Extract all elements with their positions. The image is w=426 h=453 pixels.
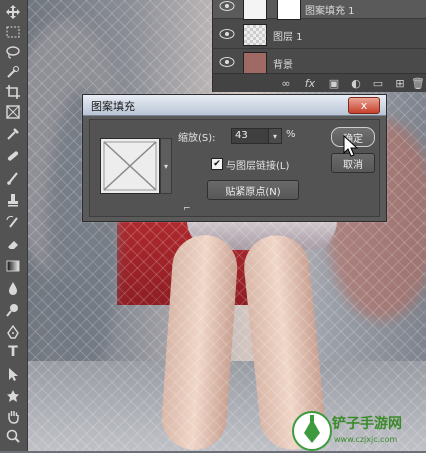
eyedropper-tool-icon[interactable]	[3, 124, 23, 144]
layer-thumbnail	[243, 24, 267, 46]
shape-tool-icon[interactable]	[3, 386, 23, 406]
pattern-swatch-icon	[103, 141, 157, 191]
crop-tool-icon[interactable]	[3, 82, 23, 102]
scale-dropdown-icon[interactable]: ▾	[268, 128, 282, 144]
site-watermark: 铲子手游网 www.czjxjc.com	[292, 407, 426, 451]
dialog-titlebar[interactable]: 图案填充 x	[83, 95, 386, 116]
blur-tool-icon[interactable]	[3, 278, 23, 298]
history-brush-tool-icon[interactable]	[3, 212, 23, 232]
tools-panel: T	[0, 0, 28, 451]
adjustment-icon[interactable]: ◐	[349, 76, 363, 90]
hand-tool-icon[interactable]	[3, 406, 23, 426]
dialog-title: 图案填充	[91, 100, 135, 113]
layers-footer: ∞ fx ▣ ◐ ▭ ⊞ 🗑	[213, 73, 426, 92]
layer-name: 背景	[273, 60, 293, 71]
chevron-down-icon[interactable]: ▾	[160, 138, 172, 194]
folder-icon[interactable]: ▭	[371, 76, 385, 90]
cursor-icon	[343, 135, 359, 157]
eye-icon[interactable]	[219, 56, 235, 68]
watermark-url: www.czjxjc.com	[334, 435, 398, 444]
layer-thumbnail	[243, 0, 267, 20]
new-layer-icon[interactable]: ⊞	[393, 76, 407, 90]
eye-icon[interactable]	[219, 28, 235, 40]
scale-input[interactable]: 43	[231, 128, 272, 144]
lasso-tool-icon[interactable]	[3, 42, 23, 62]
type-tool-icon[interactable]: T	[3, 342, 23, 362]
trash-icon[interactable]: 🗑	[411, 76, 425, 90]
scale-label: 缩放(S):	[178, 133, 216, 144]
mask-icon[interactable]: ▣	[327, 76, 341, 90]
layer-name: 图案填充 1	[305, 6, 355, 17]
pen-tool-icon[interactable]	[3, 322, 23, 342]
layer-row[interactable]: 图层 1	[213, 20, 426, 49]
layer-name: 图层 1	[273, 32, 303, 43]
watermark-title: 铲子手游网	[332, 416, 402, 432]
layer-row[interactable]: 背景	[213, 48, 426, 75]
close-button[interactable]: x	[348, 97, 380, 114]
marquee-tool-icon[interactable]	[3, 22, 23, 42]
zoom-tool-icon[interactable]	[3, 426, 23, 446]
snap-origin-icon: ⌐	[183, 204, 191, 214]
layer-thumbnail	[243, 52, 267, 74]
pattern-fill-dialog: 图案填充 x ▾ ⌐ 缩放(S): 43 ▾ % ✔ 与图层链接(L) 贴紧原点…	[82, 94, 387, 222]
scale-unit: %	[286, 129, 296, 140]
healing-tool-icon[interactable]	[3, 146, 23, 166]
move-tool-icon[interactable]	[3, 2, 23, 22]
brush-tool-icon[interactable]	[3, 168, 23, 188]
dodge-tool-icon[interactable]	[3, 300, 23, 320]
path-select-tool-icon[interactable]	[3, 364, 23, 384]
link-with-layer-checkbox[interactable]: ✔	[211, 158, 223, 170]
fx-icon[interactable]: fx	[303, 76, 317, 90]
snap-to-origin-button[interactable]: 贴紧原点(N)	[207, 180, 299, 200]
watermark-logo-icon	[292, 411, 332, 451]
link-icon[interactable]: ∞	[279, 76, 293, 90]
link-with-layer-label: 与图层链接(L)	[226, 161, 290, 172]
layer-row[interactable]: 图案填充 1	[213, 0, 426, 20]
eye-icon[interactable]	[219, 0, 235, 12]
quick-select-tool-icon[interactable]	[3, 62, 23, 82]
layers-panel: 图案填充 1 图层 1 背景 ∞ fx ▣ ◐ ▭ ⊞ 🗑	[212, 0, 426, 92]
frame-tool-icon[interactable]	[3, 102, 23, 122]
pattern-preview[interactable]	[100, 138, 160, 194]
gradient-tool-icon[interactable]	[3, 256, 23, 276]
dialog-body: ▾ ⌐ 缩放(S): 43 ▾ % ✔ 与图层链接(L) 贴紧原点(N) 确定 …	[89, 119, 380, 217]
eraser-tool-icon[interactable]	[3, 234, 23, 254]
clone-stamp-tool-icon[interactable]	[3, 190, 23, 210]
layer-mask-thumbnail	[277, 0, 301, 20]
